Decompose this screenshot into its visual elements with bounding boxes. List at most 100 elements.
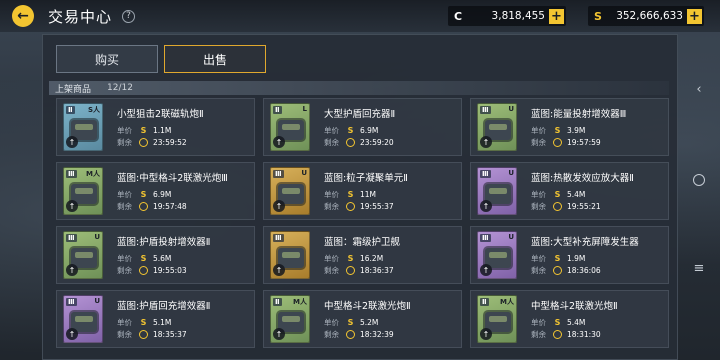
- clock-icon: [553, 329, 562, 339]
- price-label: 单价: [531, 253, 546, 263]
- nav-back-icon[interactable]: ‹: [692, 83, 706, 97]
- time-row: 剩余 19:55:03: [117, 264, 254, 276]
- price-label: 单价: [531, 189, 546, 199]
- remaining-time: 19:55:03: [153, 265, 187, 275]
- clock-icon: [346, 137, 355, 147]
- listing-card[interactable]: Ⅲ ↑ 蓝图：霜级护卫舰 单价 S 16.2M 剩余 18:36:37: [263, 226, 462, 284]
- item-price: 3.9M: [567, 125, 586, 135]
- price-row: 单价 S 5.4M: [531, 316, 668, 328]
- item-name: 蓝图:能量投射增效器Ⅲ: [531, 109, 627, 120]
- remaining-time: 23:59:52: [153, 137, 187, 147]
- category-badge: L: [302, 105, 307, 113]
- item-name: 蓝图:大型补充屏障发生器: [531, 237, 639, 248]
- price-row: 单价 S 5.2M: [324, 316, 461, 328]
- listing-card[interactable]: Ⅱ M人 ↑ 中型格斗2联激光炮Ⅱ 单价 S 5.2M 剩余 18:32:39: [263, 290, 462, 348]
- tab-sell[interactable]: 出售: [164, 45, 266, 73]
- listing-info: 中型格斗2联激光炮Ⅱ 单价 S 5.2M 剩余 18:32:39: [324, 298, 461, 340]
- clock-icon: [346, 265, 355, 275]
- upgrade-arrow-icon: ↑: [273, 264, 285, 276]
- remaining-time: 18:35:37: [153, 329, 187, 339]
- price-row: 单价 S 3.9M: [531, 124, 668, 136]
- listing-card[interactable]: Ⅲ U ↑ 蓝图:能量投射增效器Ⅲ 单价 S 3.9M 剩余 19:57:59: [470, 98, 669, 156]
- remaining-time: 18:32:39: [360, 329, 394, 339]
- time-row: 剩余 19:57:48: [117, 200, 254, 212]
- item-price: 5.4M: [567, 189, 586, 199]
- category-badge: U: [508, 169, 514, 177]
- category-badge: U: [508, 233, 514, 241]
- grade-badge: Ⅱ: [273, 106, 282, 114]
- item-thumbnail: Ⅲ U ↑: [477, 231, 517, 279]
- remaining-time: 18:31:30: [567, 329, 601, 339]
- page-title: 交易中心: [48, 7, 113, 26]
- grade-badge: Ⅲ: [273, 170, 284, 178]
- item-name: 蓝图：霜级护卫舰: [324, 237, 401, 248]
- listing-info: 大型护盾回充器Ⅱ 单价 S 6.9M 剩余 23:59:20: [324, 106, 461, 148]
- listed-items-header: 上架商品 12/12: [49, 81, 669, 95]
- listing-info: 蓝图:热散发效应放大器Ⅱ 单价 S 5.4M 剩余 19:55:21: [531, 170, 668, 212]
- add-currency-c-button[interactable]: +: [549, 8, 564, 24]
- coin-icon: S: [347, 189, 354, 199]
- coin-icon: S: [347, 125, 354, 135]
- listing-card[interactable]: Ⅱ M人 ↑ 中型格斗2联激光炮Ⅱ 单价 S 5.4M 剩余 18:31:30: [470, 290, 669, 348]
- time-row: 剩余 23:59:20: [324, 136, 461, 148]
- time-row: 剩余 23:59:52: [117, 136, 254, 148]
- listing-info: 蓝图:能量投射增效器Ⅲ 单价 S 3.9M 剩余 19:57:59: [531, 106, 668, 148]
- remaining-label: 剩余: [324, 201, 339, 211]
- question-icon[interactable]: ?: [122, 9, 136, 23]
- nav-menu-icon[interactable]: ≡: [692, 262, 706, 276]
- grade-badge: Ⅲ: [66, 234, 77, 242]
- currency-c-icon: C: [453, 9, 463, 23]
- remaining-time: 23:59:20: [360, 137, 394, 147]
- item-price: 1.1M: [153, 125, 172, 135]
- remaining-time: 18:36:37: [360, 265, 394, 275]
- upgrade-arrow-icon: ↑: [480, 200, 492, 212]
- coin-icon: S: [140, 253, 147, 263]
- item-name: 小型狙击2联磁轨炮Ⅱ: [117, 109, 204, 120]
- upgrade-arrow-icon: ↑: [66, 136, 78, 148]
- item-name: 蓝图:护盾回充增效器Ⅱ: [117, 301, 211, 312]
- item-price: 5.4M: [567, 317, 586, 327]
- item-price: 1.9M: [567, 253, 586, 263]
- upgrade-arrow-icon: ↑: [66, 328, 78, 340]
- time-row: 剩余 18:36:37: [324, 264, 461, 276]
- upgrade-arrow-icon: ↑: [480, 328, 492, 340]
- upgrade-arrow-icon: ↑: [273, 328, 285, 340]
- clock-icon: [553, 265, 562, 275]
- remaining-label: 剩余: [324, 329, 339, 339]
- listing-card[interactable]: Ⅲ M人 ↑ 蓝图:中型格斗2联激光炮Ⅲ 单价 S 6.9M 剩余 19:57:…: [56, 162, 255, 220]
- coin-icon: S: [554, 189, 561, 199]
- item-grid: Ⅱ S人 ↑ 小型狙击2联磁轨炮Ⅱ 单价 S 1.1M 剩余 23:59:52 …: [56, 98, 672, 360]
- listing-info: 中型格斗2联激光炮Ⅱ 单价 S 5.4M 剩余 18:31:30: [531, 298, 668, 340]
- listing-card[interactable]: Ⅲ U ↑ 蓝图:粒子凝聚单元Ⅱ 单价 S 11M 剩余 19:55:37: [263, 162, 462, 220]
- listing-info: 小型狙击2联磁轨炮Ⅱ 单价 S 1.1M 剩余 23:59:52: [117, 106, 254, 148]
- item-thumbnail: Ⅲ U ↑: [477, 167, 517, 215]
- listing-card[interactable]: Ⅲ U ↑ 蓝图:大型补充屏障发生器 单价 S 1.9M 剩余 18:36:06: [470, 226, 669, 284]
- back-arrow-icon[interactable]: ←: [12, 5, 34, 27]
- nav-home-icon[interactable]: [693, 174, 705, 186]
- coin-icon: S: [140, 125, 147, 135]
- clock-icon: [139, 137, 148, 147]
- price-label: 单价: [324, 125, 339, 135]
- coin-icon: S: [554, 317, 561, 327]
- listing-card[interactable]: Ⅲ U ↑ 蓝图:护盾回充增效器Ⅱ 单价 S 5.1M 剩余 18:35:37: [56, 290, 255, 348]
- price-row: 单价 S 5.4M: [531, 188, 668, 200]
- item-thumbnail: Ⅱ M人 ↑: [270, 295, 310, 343]
- listing-info: 蓝图:护盾投射增效器Ⅱ 单价 S 5.6M 剩余 19:55:03: [117, 234, 254, 276]
- item-price: 5.6M: [153, 253, 172, 263]
- upgrade-arrow-icon: ↑: [273, 136, 285, 148]
- item-price: 5.1M: [153, 317, 172, 327]
- item-name: 中型格斗2联激光炮Ⅱ: [324, 301, 411, 312]
- currency-c: C 3,818,455 +: [448, 6, 566, 26]
- item-price: 5.2M: [360, 317, 379, 327]
- grade-badge: Ⅲ: [480, 234, 491, 242]
- listing-card[interactable]: Ⅱ L ↑ 大型护盾回充器Ⅱ 单价 S 6.9M 剩余 23:59:20: [263, 98, 462, 156]
- listing-card[interactable]: Ⅲ U ↑ 蓝图:护盾投射增效器Ⅱ 单价 S 5.6M 剩余 19:55:03: [56, 226, 255, 284]
- category-badge: U: [301, 169, 307, 177]
- remaining-time: 18:36:06: [567, 265, 601, 275]
- listing-card[interactable]: Ⅱ S人 ↑ 小型狙击2联磁轨炮Ⅱ 单价 S 1.1M 剩余 23:59:52: [56, 98, 255, 156]
- item-thumbnail: Ⅱ M人 ↑: [477, 295, 517, 343]
- coin-icon: S: [554, 125, 561, 135]
- tab-buy[interactable]: 购买: [56, 45, 158, 73]
- clock-icon: [139, 265, 148, 275]
- listing-card[interactable]: Ⅲ U ↑ 蓝图:热散发效应放大器Ⅱ 单价 S 5.4M 剩余 19:55:21: [470, 162, 669, 220]
